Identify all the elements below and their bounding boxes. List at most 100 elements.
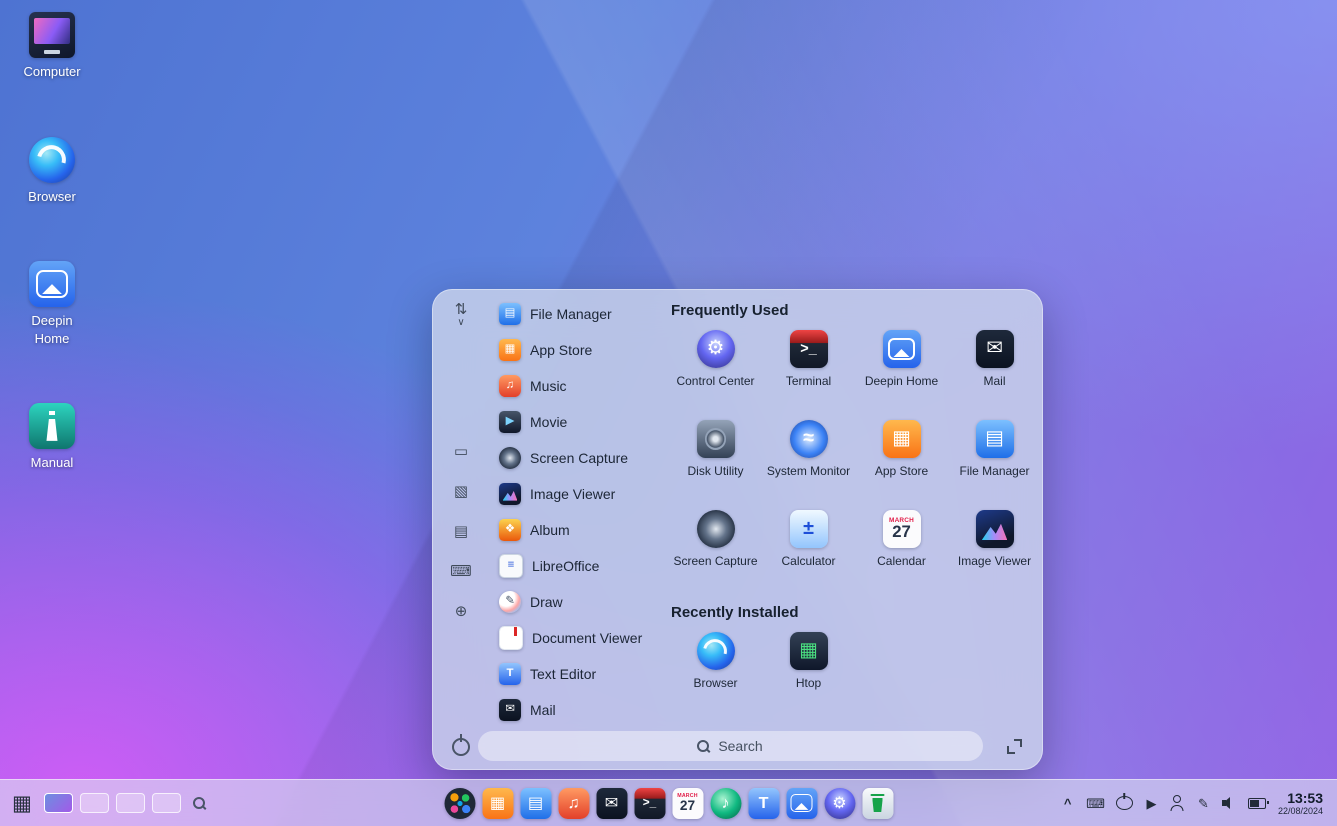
mail-icon[interactable]	[596, 788, 627, 819]
app-list-item[interactable]: Text Editor	[495, 656, 665, 692]
power-icon[interactable]	[1116, 796, 1133, 810]
app-grid-item[interactable]: Control Center	[669, 328, 762, 418]
desktop-icon-label: Manual	[31, 454, 74, 472]
desktop-icon[interactable]: Manual	[10, 403, 94, 472]
launcher-rail: ⇅ ∨	[433, 290, 489, 769]
text-editor-icon[interactable]	[748, 788, 779, 819]
app-list-item[interactable]: File Manager	[495, 296, 665, 332]
app-grid-item[interactable]: Browser	[669, 630, 762, 720]
app-label: System Monitor	[767, 464, 850, 478]
draw-icon	[499, 591, 521, 613]
file-manager-icon	[976, 420, 1014, 458]
music-icon[interactable]	[558, 788, 589, 819]
document-viewer-icon	[499, 626, 523, 650]
app-grid-item[interactable]: Calendar	[855, 508, 948, 598]
app-list-item[interactable]: Music	[495, 368, 665, 404]
app-store-icon	[883, 420, 921, 458]
battery-icon[interactable]	[1248, 798, 1266, 809]
file-manager-icon[interactable]	[520, 788, 551, 819]
desktop: Computer Browser Deepin Home Manual ⇅ ∨	[0, 0, 1337, 826]
movie-icon	[499, 411, 521, 433]
desktop-icon-label: Computer	[23, 63, 80, 81]
app-label: App Store	[530, 342, 592, 358]
app-label: Disk Utility	[688, 464, 744, 478]
image-viewer-icon	[976, 510, 1014, 548]
deepin-launcher-icon[interactable]	[444, 788, 475, 819]
app-label: Calendar	[877, 554, 926, 568]
sort-control[interactable]: ⇅ ∨	[433, 302, 489, 328]
workspace-thumbnail[interactable]	[116, 793, 145, 813]
pen-icon[interactable]	[1196, 795, 1211, 811]
deepin-home-icon[interactable]	[786, 788, 817, 819]
category-internet-icon[interactable]	[452, 602, 470, 620]
app-list-item[interactable]: Album	[495, 512, 665, 548]
system-tray	[1060, 795, 1266, 811]
app-label: Mail	[983, 374, 1005, 388]
launcher-right-pane: Frequently Used Control Center Terminal	[669, 302, 1041, 720]
app-label: File Manager	[530, 306, 612, 322]
taskbar-left: ▦	[12, 793, 206, 814]
keyboard-icon[interactable]	[1086, 795, 1105, 811]
recently-installed-grid: Browser Htop	[669, 630, 1041, 720]
frequently-used-grid: Control Center Terminal Deepin Home	[669, 328, 1041, 598]
app-grid-item[interactable]: File Manager	[948, 418, 1041, 508]
app-label: Music	[530, 378, 567, 394]
app-list-item[interactable]: Document Viewer	[495, 620, 665, 656]
text-editor-icon	[499, 663, 521, 685]
tray-expand-icon[interactable]	[1060, 795, 1075, 811]
desktop-icon[interactable]: Browser	[10, 137, 94, 206]
expand-fullscreen-icon[interactable]	[1007, 739, 1022, 754]
category-rail	[433, 442, 489, 620]
app-list-item[interactable]: LibreOffice	[495, 548, 665, 584]
clock[interactable]: 13:53 22/08/2024	[1278, 790, 1323, 816]
app-grid-item[interactable]: App Store	[855, 418, 948, 508]
terminal-icon[interactable]	[634, 788, 665, 819]
app-grid-item[interactable]: Screen Capture	[669, 508, 762, 598]
sort-arrows-icon[interactable]: ⇅	[455, 302, 468, 317]
app-grid-item[interactable]: Terminal	[762, 328, 855, 418]
category-system-icon[interactable]	[452, 562, 470, 580]
disk-utility-icon	[697, 420, 735, 458]
desktop-icon-list: Computer Browser Deepin Home Manual	[10, 12, 94, 472]
search-input[interactable]: Search	[478, 731, 983, 761]
desktop-icon[interactable]: Computer	[10, 12, 94, 81]
desktop-icon-label: Browser	[28, 188, 76, 206]
clock-date: 22/08/2024	[1278, 806, 1323, 816]
media-icon[interactable]	[1144, 795, 1159, 811]
workspace-thumbnail[interactable]	[152, 793, 181, 813]
app-list-item[interactable]: Screen Capture	[495, 440, 665, 476]
workspace-thumbnail[interactable]	[44, 793, 73, 813]
app-label: App Store	[875, 464, 928, 478]
workspace-thumbnail[interactable]	[80, 793, 109, 813]
app-grid-item[interactable]: Htop	[762, 630, 855, 720]
volume-icon[interactable]	[1222, 795, 1237, 811]
user-icon[interactable]	[1170, 795, 1185, 811]
app-list-item[interactable]: Movie	[495, 404, 665, 440]
app-list-item[interactable]: Image Viewer	[495, 476, 665, 512]
launcher-icon[interactable]: ▦	[12, 793, 32, 814]
app-grid-item[interactable]: Disk Utility	[669, 418, 762, 508]
desktop-icon[interactable]: Deepin Home	[10, 261, 94, 347]
app-grid-item[interactable]: Calculator	[762, 508, 855, 598]
media-player-icon[interactable]	[710, 788, 741, 819]
app-label: Screen Capture	[530, 450, 628, 466]
category-documents-icon[interactable]	[452, 522, 470, 540]
app-list-item[interactable]: Draw	[495, 584, 665, 620]
chevron-down-icon[interactable]: ∨	[457, 318, 464, 328]
control-center-icon[interactable]	[824, 788, 855, 819]
app-grid-item[interactable]: Deepin Home	[855, 328, 948, 418]
app-grid-item[interactable]: Image Viewer	[948, 508, 1041, 598]
app-label: Document Viewer	[532, 630, 642, 646]
taskbar-search-icon[interactable]	[193, 797, 206, 810]
image-viewer-icon	[499, 483, 521, 505]
music-icon	[499, 375, 521, 397]
calendar-icon[interactable]	[672, 788, 703, 819]
trash-icon[interactable]	[862, 788, 893, 819]
app-grid-item[interactable]: System Monitor	[762, 418, 855, 508]
computer-icon	[29, 12, 75, 58]
app-list-item[interactable]: App Store	[495, 332, 665, 368]
app-store-icon[interactable]	[482, 788, 513, 819]
app-grid-item[interactable]: Mail	[948, 328, 1041, 418]
category-all-apps-icon[interactable]	[452, 442, 470, 460]
category-graphics-icon[interactable]	[452, 482, 470, 500]
